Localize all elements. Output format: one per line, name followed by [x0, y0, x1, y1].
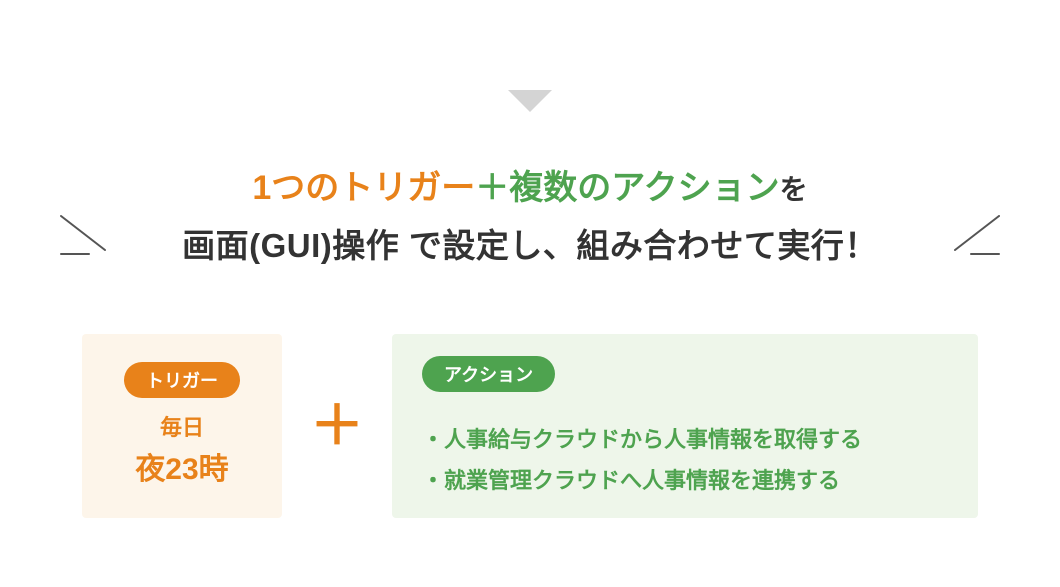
- cards-row: トリガー 毎日 夜23時 ＋ アクション 人事給与クラウドから人事情報を取得する…: [82, 334, 978, 518]
- action-list: 人事給与クラウドから人事情報を取得する 就業管理クラウドへ人事情報を連携する: [422, 420, 948, 501]
- headline-action-phrase: 複数のアクション: [509, 169, 779, 207]
- arrow-down-icon: [508, 90, 552, 112]
- action-item: 就業管理クラウドへ人事情報を連携する: [422, 461, 948, 502]
- plus-block: ＋: [282, 334, 392, 518]
- action-pill: アクション: [422, 356, 555, 392]
- trigger-card: トリガー 毎日 夜23時: [82, 334, 282, 518]
- headline-suffix: を: [780, 174, 808, 205]
- emphasis-lines-left-icon: [55, 210, 115, 265]
- trigger-pill: トリガー: [124, 362, 240, 398]
- emphasis-lines-right-icon: [945, 210, 1005, 265]
- action-card: アクション 人事給与クラウドから人事情報を取得する 就業管理クラウドへ人事情報を…: [392, 334, 978, 518]
- trigger-line2: 夜23時: [135, 444, 228, 488]
- headline-line1: 1つのトリガー＋複数のアクションを: [0, 160, 1060, 218]
- headline-line2: 画面(GUI)操作 で設定し、組み合わせて実行！: [0, 218, 1060, 274]
- trigger-line1: 毎日: [160, 410, 204, 442]
- plus-icon: ＋: [310, 399, 364, 453]
- headline: 1つのトリガー＋複数のアクションを 画面(GUI)操作 で設定し、組み合わせて実…: [0, 160, 1060, 274]
- headline-trigger-phrase: 1つのトリガー: [252, 169, 475, 207]
- action-item: 人事給与クラウドから人事情報を取得する: [422, 420, 948, 461]
- headline-plus: ＋: [475, 169, 509, 207]
